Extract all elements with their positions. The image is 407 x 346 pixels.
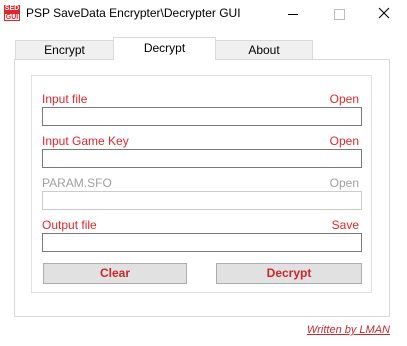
game-key-label: Input Game Key xyxy=(42,134,129,148)
output-file-field[interactable] xyxy=(42,233,362,252)
maximize-button xyxy=(316,0,362,28)
minimize-button[interactable] xyxy=(270,0,316,28)
output-file-label: Output file xyxy=(42,218,97,232)
decrypt-button[interactable]: Decrypt xyxy=(216,263,362,284)
app-icon-top-text: SED xyxy=(4,5,20,13)
output-file-save-link[interactable]: Save xyxy=(332,218,359,232)
param-sfo-field xyxy=(42,191,362,210)
close-icon xyxy=(378,7,390,19)
input-file-field[interactable] xyxy=(42,107,362,126)
close-button[interactable] xyxy=(361,0,407,28)
app-logo-icon: SED GUI xyxy=(4,5,20,21)
param-sfo-label: PARAM.SFO xyxy=(42,176,112,190)
input-file-open-link[interactable]: Open xyxy=(330,92,359,106)
app-icon-bottom-text: GUI xyxy=(4,13,20,21)
tab-encrypt[interactable]: Encrypt xyxy=(15,40,114,59)
game-key-open-link[interactable]: Open xyxy=(330,134,359,148)
title-bar[interactable]: SED GUI PSP SaveData Encrypter\Decrypter… xyxy=(0,0,407,28)
param-sfo-open-link: Open xyxy=(329,176,359,190)
tab-decrypt[interactable]: Decrypt xyxy=(113,37,216,60)
tab-about[interactable]: About xyxy=(215,40,313,59)
minimize-icon xyxy=(288,14,298,15)
app-window: SED GUI PSP SaveData Encrypter\Decrypter… xyxy=(0,0,407,346)
window-title: PSP SaveData Encrypter\Decrypter GUI xyxy=(26,6,241,20)
maximize-icon xyxy=(334,9,345,20)
game-key-field[interactable] xyxy=(42,149,362,168)
clear-button[interactable]: Clear xyxy=(43,263,187,284)
author-credit-link[interactable]: Written by LMAN xyxy=(307,324,390,336)
input-file-label: Input file xyxy=(42,92,88,106)
